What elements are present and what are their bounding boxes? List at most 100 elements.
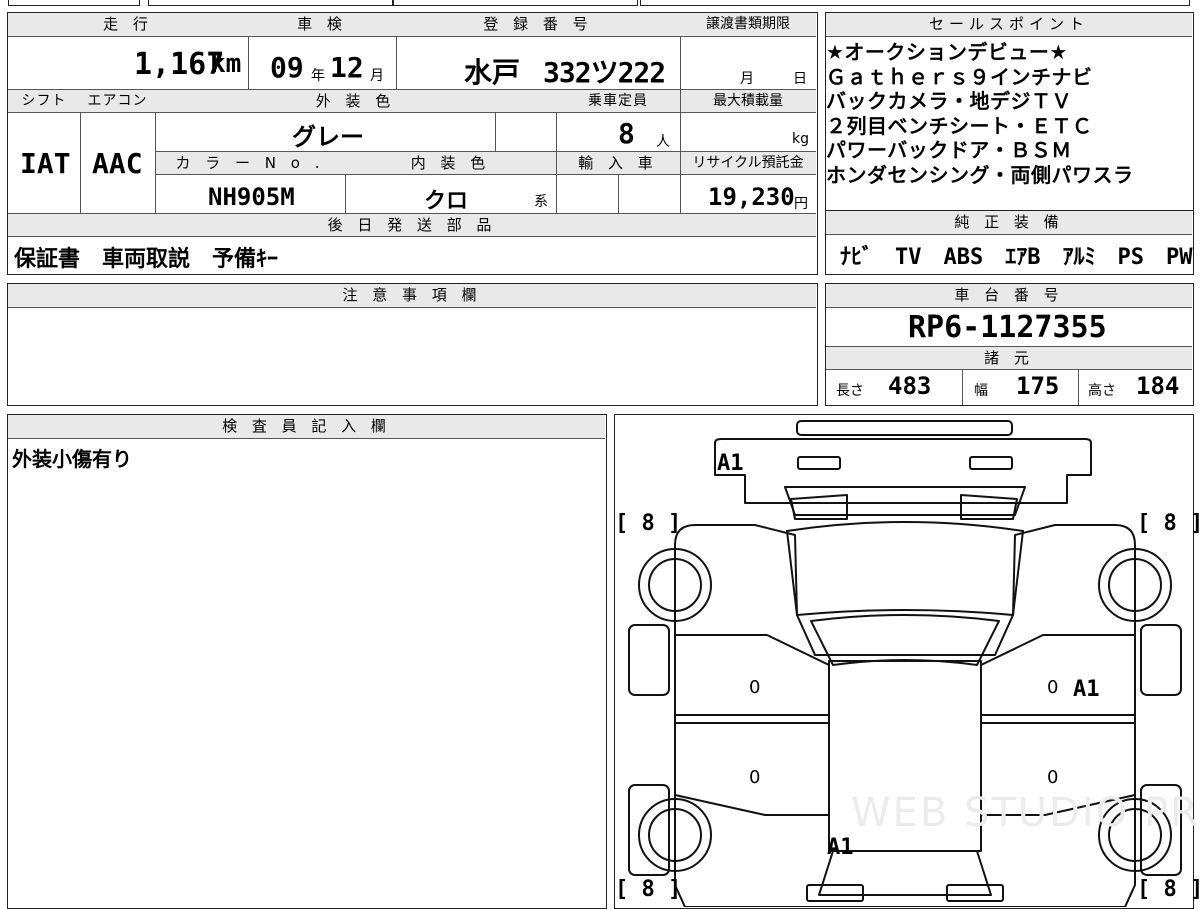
mileage-header: 走 行 (8, 13, 248, 37)
grid-line (80, 113, 81, 213)
door-left-rear-value: 0 (749, 767, 761, 788)
tail-left (806, 884, 864, 902)
sales-point-item: パワーバックドア・ＢＳＭ (826, 138, 1072, 162)
genuine-equipment-header: 純 正 装 備 (826, 211, 1192, 235)
top-strip-cell (8, 0, 140, 6)
notes-header: 注 意 事 項 欄 (8, 284, 816, 308)
shift-value: IAT (20, 147, 71, 180)
max-load-header: 最大積載量 (680, 89, 816, 113)
hood (786, 521, 1024, 616)
rear-damage-mark: A1 (827, 835, 854, 860)
exterior-color-header: 外 装 色 (155, 89, 556, 113)
grid-line (680, 37, 681, 213)
import-header: 輸 入 車 (556, 151, 680, 175)
top-strip-cell (148, 0, 393, 6)
specs-header: 諸 元 (826, 346, 1192, 370)
capacity-value: 8 (618, 117, 635, 150)
aircon-header: エアコン (80, 89, 155, 113)
deadline-header: 譲渡書類期限 (680, 13, 816, 37)
grid-line (618, 175, 619, 213)
interior-unit: 系 (534, 194, 548, 210)
headlight-left (797, 456, 841, 470)
tire-front-left: [ 8 ] (615, 511, 682, 536)
mileage-unit: km (210, 49, 242, 79)
plate-number: 332ツ222 (543, 56, 666, 89)
plate-region: 水戸 (464, 56, 521, 89)
inspector-panel: 検 査 員 記 入 欄 外装小傷有り (7, 414, 607, 909)
length-label: 長さ (836, 383, 864, 399)
interior-color-header: 内 装 色 (345, 151, 556, 175)
grid-line (155, 113, 156, 213)
damage-diagram-panel: WEB STUDIO PRO A1 A1 A1 [ 8 ] [ 8 ] [ 8 … (614, 414, 1200, 909)
sales-point-item: Ｇａｔｈｅｒｓ９インチナビ (826, 64, 1093, 89)
width-label: 幅 (974, 383, 988, 399)
year-unit: 年 (311, 68, 325, 84)
top-strip-cell (393, 0, 638, 6)
top-strip-cell (640, 0, 1190, 6)
door-front-right (980, 634, 1136, 716)
sales-point-item: ２列目ベンチシート・ＥＴＣ (826, 113, 1093, 138)
tire-rear-left: [ 8 ] (615, 877, 682, 902)
inspection-header: 車 検 (248, 13, 396, 37)
chassis-number: RP6-1127355 (908, 310, 1107, 345)
later-parts-header: 後 日 発 送 部 品 (8, 213, 816, 237)
capacity-header: 乗車定員 (556, 89, 680, 113)
height-label: 高さ (1088, 383, 1116, 399)
sales-points-list: ★オークションデビュー★ Ｇａｔｈｅｒｓ９インチナビ バックカメラ・地デジＴＶ … (826, 40, 1192, 187)
shift-header: シフト (8, 89, 80, 113)
max-load-unit: kg (792, 131, 809, 147)
grille (784, 486, 1026, 516)
inspector-comment: 外装小傷有り (12, 447, 132, 471)
headlight-right (969, 456, 1013, 470)
door-right-rear-value: 0 (1047, 767, 1059, 788)
grid-line (248, 37, 249, 89)
grid-line (495, 113, 496, 151)
notes-panel: 注 意 事 項 欄 (7, 283, 818, 406)
inspection-month: 12 (330, 51, 364, 84)
genuine-equipment-value: ﾅﾋﾞ TV ABS ｴｱB ｱﾙﾐ PS PW (840, 245, 1193, 270)
front-panel (714, 438, 1092, 504)
recycle-unit: 円 (794, 196, 808, 212)
vehicle-info-table: 走 行 車 検 登 録 番 号 譲渡書類期限 1,167 km 09 年 12 … (7, 12, 818, 275)
width-value: 175 (1016, 372, 1060, 400)
registration-header: 登 録 番 号 (396, 13, 680, 37)
mirror-right (1140, 624, 1182, 696)
tail-right (946, 884, 1004, 902)
windshield (810, 614, 1000, 666)
tire-rear-right: [ 8 ] (1137, 877, 1200, 902)
mirror-left (628, 624, 670, 696)
color-no-header: カ ラ ー N o . (155, 151, 345, 175)
length-value: 483 (888, 372, 932, 400)
grid-line (396, 37, 397, 89)
grid-line (556, 113, 557, 213)
chassis-panel: 車 台 番 号 RP6-1127355 諸 元 長さ 483 幅 175 高さ … (825, 283, 1194, 406)
deadline-month-unit: 月 (740, 71, 754, 87)
door-front-left (674, 634, 830, 716)
recycle-header: リサイクル預託金 (680, 151, 816, 175)
capacity-unit: 人 (656, 134, 670, 150)
sales-points-header: セールスポイント (826, 13, 1192, 37)
exterior-color-value: グレー (292, 123, 364, 151)
chassis-header: 車 台 番 号 (826, 284, 1192, 308)
grid-line (962, 370, 963, 405)
color-no-value: NH905M (208, 183, 295, 211)
sales-point-item: バックカメラ・地デジＴＶ (826, 89, 1072, 113)
door-left-front-value: 0 (749, 677, 761, 698)
inspection-year: 09 (270, 51, 304, 84)
height-value: 184 (1136, 372, 1180, 400)
later-parts-value: 保証書 車両取説 予備ｷｰ (14, 247, 279, 272)
grid-line (345, 175, 346, 213)
interior-color-value: クロ (424, 189, 469, 214)
inspector-header: 検 査 員 記 入 欄 (8, 415, 605, 439)
grid-line (1078, 370, 1079, 405)
right-damage-mark: A1 (1073, 677, 1100, 702)
front-damage-mark: A1 (717, 451, 744, 476)
tire-front-right: [ 8 ] (1137, 511, 1200, 536)
recycle-fee: 19,230 (708, 183, 795, 211)
watermark: WEB STUDIO PRO (851, 790, 1200, 836)
sales-point-item: ホンダセンシング・両側パワスラ (826, 162, 1134, 187)
sales-point-item: ★オークションデビュー★ (826, 40, 1068, 64)
month-unit: 月 (370, 68, 384, 84)
deadline-day-unit: 日 (793, 71, 807, 87)
door-right-front-value: 0 (1047, 677, 1059, 698)
